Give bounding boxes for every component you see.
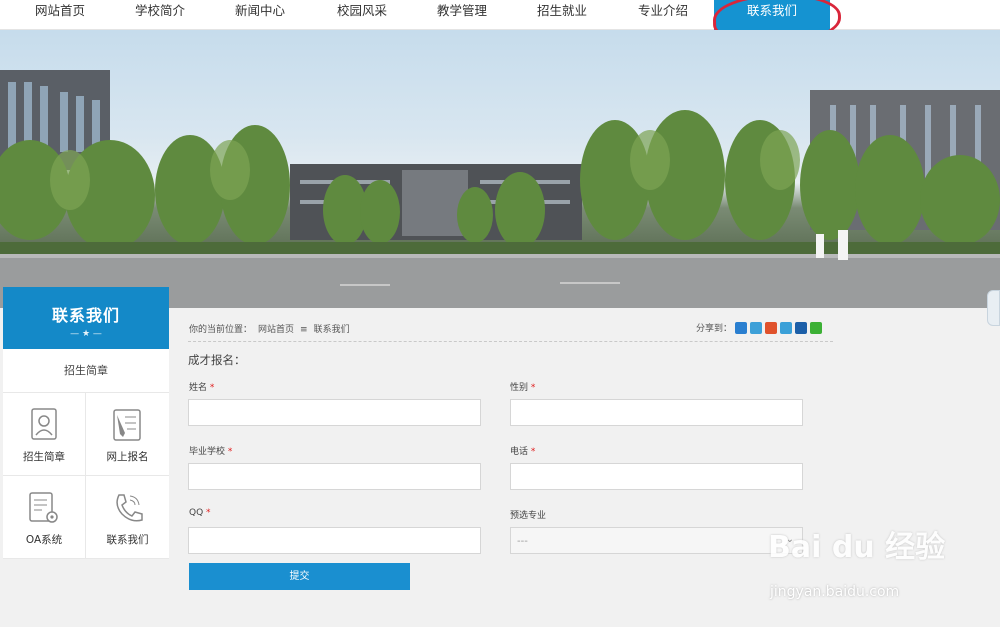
floating-chat-avatar[interactable] [987,290,1000,326]
share-bar: 分享到： [696,321,823,334]
phone-field[interactable] [510,463,803,490]
nav-item-teaching[interactable]: 教学管理 [412,0,512,30]
tqq-share-icon[interactable] [750,321,763,334]
baidu-watermark: Bai du 经验 [768,530,946,565]
school-label: 毕业学校 * [189,447,233,457]
qzone-share-icon[interactable] [735,321,748,334]
sidebar-tile-label: 联系我们 [106,534,149,546]
sidebar: 联系我们 — ★ — 招生简章 招生简章 网上报名 OA系统 联系我们 [3,287,169,559]
sidebar-tile-contact[interactable]: 联系我们 [86,476,169,559]
nav-item-home[interactable]: 网站首页 [10,0,110,30]
phone-label: 电话 * [510,447,536,457]
campus-banner-image [0,30,1000,308]
phone-icon [86,490,169,526]
qq-field[interactable] [188,527,481,554]
sidebar-tile-label: 招生简章 [23,451,65,463]
sidebar-tile-online-apply[interactable]: 网上报名 [86,393,169,476]
school-field[interactable] [188,463,481,490]
sidebar-header: 联系我们 — ★ — [3,287,169,349]
major-select[interactable]: --- ⌄ [510,527,803,554]
sidebar-tile-admissions-guide[interactable]: 招生简章 [3,393,86,476]
name-field[interactable] [188,399,481,426]
share-label: 分享到： [696,324,733,334]
gender-field[interactable] [510,399,803,426]
nav-item-majors[interactable]: 专业介绍 [613,0,713,30]
gender-label: 性别 * [510,383,536,393]
sidebar-icon-grid: 招生简章 网上报名 OA系统 联系我们 [3,393,169,559]
sidebar-tile-oa-system[interactable]: OA系统 [3,476,86,559]
top-navigation: 网站首页 学校简介 新闻中心 校园风采 教学管理 招生就业 专业介绍 联系我们 [0,0,1000,30]
nav-item-campus[interactable]: 校园风采 [312,0,412,30]
sidebar-tile-label: OA系统 [25,534,63,546]
breadcrumb-home-link[interactable]: 网站首页 [258,325,294,335]
breadcrumb-separator: ≡ [300,325,308,335]
document-gear-icon [3,490,85,526]
pen-form-icon [86,407,169,443]
divider [188,341,833,342]
weibo-share-icon[interactable] [765,321,778,334]
nav-item-admissions[interactable]: 招生就业 [512,0,612,30]
major-select-value: --- [517,536,528,547]
sidebar-item-admissions-guide[interactable]: 招生简章 [3,349,169,393]
name-label: 姓名 * [189,383,215,393]
breadcrumb-prefix: 你的当前位置： [189,325,253,335]
baidu-watermark-url: jingyan.baidu.com [770,584,900,600]
major-label: 预选专业 [510,511,547,521]
certificate-icon [3,407,85,443]
wechat-share-icon[interactable] [810,321,823,334]
breadcrumb-current: 联系我们 [313,325,350,335]
renren-share-icon[interactable] [795,321,808,334]
qq-label: QQ * [189,508,211,518]
submit-button[interactable]: 提交 [189,563,410,590]
form-title: 成才报名： [188,353,246,367]
sidebar-tile-label: 网上报名 [106,451,149,463]
nav-item-contact[interactable]: 联系我们 [714,0,830,30]
tieba-share-icon[interactable] [780,321,793,334]
sidebar-title: 联系我们 [51,306,120,325]
nav-item-school-intro[interactable]: 学校简介 [110,0,210,30]
nav-item-news[interactable]: 新闻中心 [210,0,310,30]
sidebar-ornament: — ★ — [70,329,102,339]
breadcrumb: 你的当前位置： 网站首页 ≡ 联系我们 [189,322,356,335]
